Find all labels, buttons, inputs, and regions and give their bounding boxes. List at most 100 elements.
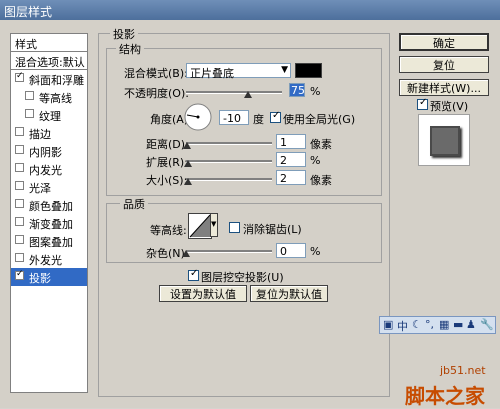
moon-icon[interactable]: ☾ xyxy=(412,318,422,331)
style-list-header[interactable]: 样式 xyxy=(11,34,87,52)
opacity-value: 75 xyxy=(291,84,305,97)
sidebar-item-outer-glow[interactable]: 外发光 xyxy=(11,250,87,268)
sidebar-item-label: 投影 xyxy=(29,272,51,285)
chevron-down-icon: ▼ xyxy=(281,65,288,75)
sidebar-checkbox-pattern-overlay[interactable] xyxy=(15,235,24,244)
preview-swatch xyxy=(430,126,460,156)
chevron-down-icon: ▼ xyxy=(211,220,217,228)
global-light-checkbox[interactable] xyxy=(270,110,281,123)
make-default-button[interactable]: 设置为默认值 xyxy=(159,285,247,302)
person-icon[interactable]: ♟ xyxy=(466,318,476,331)
angle-dial[interactable] xyxy=(183,102,213,132)
spread-slider-track[interactable] xyxy=(186,160,272,163)
contour-picker[interactable] xyxy=(188,213,212,239)
sidebar-item-color-overlay[interactable]: 颜色叠加 xyxy=(11,196,87,214)
spread-unit: % xyxy=(310,154,321,167)
blend-mode-value: 正片叠底 xyxy=(190,67,234,80)
distance-input[interactable]: 1 xyxy=(276,134,306,149)
size-input[interactable]: 2 xyxy=(276,170,306,185)
noise-value: 0 xyxy=(280,245,287,258)
sidebar-item-drop-shadow[interactable]: 投影 xyxy=(11,268,87,286)
structure-title: 结构 xyxy=(116,41,144,57)
antialias-checkbox[interactable] xyxy=(229,222,240,233)
watermark-brand: 脚本之家 xyxy=(405,384,485,408)
sidebar-checkbox-satin[interactable] xyxy=(15,181,24,190)
knockout-checkbox[interactable] xyxy=(188,268,199,281)
style-list: 样式 混合选项:默认 斜面和浮雕 等高线 纹理 描边 内阴影 内发光 光泽 颜色… xyxy=(10,33,88,393)
blend-mode-select[interactable]: 正片叠底 ▼ xyxy=(186,63,291,80)
noise-slider-track[interactable] xyxy=(186,250,272,253)
reset-button[interactable]: 复位 xyxy=(399,56,489,73)
size-value: 2 xyxy=(280,172,287,185)
menu-icon[interactable]: ▬ xyxy=(453,318,463,331)
sidebar-item-texture[interactable]: 纹理 xyxy=(11,106,87,124)
sidebar-checkbox-inner-shadow[interactable] xyxy=(15,145,24,154)
punctuation-icon[interactable]: °, xyxy=(425,318,434,331)
sidebar-item-satin[interactable]: 光泽 xyxy=(11,178,87,196)
distance-slider-thumb[interactable] xyxy=(183,142,191,149)
sidebar-item-label: 渐变叠加 xyxy=(29,218,73,231)
ime-mode-toggle[interactable]: 中 xyxy=(397,318,408,334)
opacity-input[interactable]: 75 xyxy=(289,83,305,97)
sidebar-checkbox-bevel-emboss[interactable] xyxy=(15,71,24,82)
global-light-label[interactable]: 使用全局光(G) xyxy=(283,111,355,127)
sidebar-item-bevel-emboss[interactable]: 斜面和浮雕 xyxy=(11,70,87,88)
sidebar-item-gradient-overlay[interactable]: 渐变叠加 xyxy=(11,214,87,232)
distance-value: 1 xyxy=(280,136,287,149)
quality-title: 品质 xyxy=(120,196,148,212)
sidebar-item-stroke[interactable]: 描边 xyxy=(11,124,87,142)
noise-unit: % xyxy=(310,245,321,258)
sidebar-item-label: 斜面和浮雕 xyxy=(29,74,84,87)
style-list-header-label: 样式 xyxy=(15,38,37,51)
sidebar-item-blending-options[interactable]: 混合选项:默认 xyxy=(11,52,87,70)
watermark-site: jb51.net xyxy=(440,364,486,377)
noise-slider-thumb[interactable] xyxy=(182,250,190,257)
angle-value: -10 xyxy=(223,112,241,125)
soft-keyboard-icon[interactable]: ▦ xyxy=(439,318,449,331)
size-label: 大小(S): xyxy=(146,174,188,187)
opacity-slider-track[interactable] xyxy=(186,91,282,94)
sidebar-checkbox-stroke[interactable] xyxy=(15,127,24,136)
sidebar-checkbox-gradient-overlay[interactable] xyxy=(15,217,24,226)
spread-slider-thumb[interactable] xyxy=(184,160,192,167)
sidebar-item-pattern-overlay[interactable]: 图案叠加 xyxy=(11,232,87,250)
size-slider-track[interactable] xyxy=(186,178,272,181)
size-unit: 像素 xyxy=(310,174,332,187)
antialias-label[interactable]: 消除锯齿(L) xyxy=(243,221,302,237)
sidebar-checkbox-drop-shadow[interactable] xyxy=(15,269,24,280)
spread-label: 扩展(R): xyxy=(146,156,188,169)
wrench-icon[interactable]: 🔧 xyxy=(480,318,494,331)
sidebar-checkbox-outer-glow[interactable] xyxy=(15,253,24,262)
contour-dropdown-button[interactable]: ▼ xyxy=(210,213,218,237)
contour-label: 等高线: xyxy=(150,224,187,237)
sidebar-checkbox-inner-glow[interactable] xyxy=(15,163,24,172)
preview-checkbox[interactable] xyxy=(417,97,428,110)
sidebar-checkbox-contour[interactable] xyxy=(25,91,34,100)
knockout-label[interactable]: 图层挖空投影(U) xyxy=(201,269,284,285)
ime-toolbar[interactable]: ▣ 中 ☾ °, ▦ ▬ ♟ 🔧 xyxy=(379,316,496,334)
sidebar-checkbox-texture[interactable] xyxy=(25,109,34,118)
angle-unit: 度 xyxy=(253,113,264,126)
angle-input[interactable]: -10 xyxy=(219,110,249,125)
spread-input[interactable]: 2 xyxy=(276,152,306,167)
noise-input[interactable]: 0 xyxy=(276,243,306,258)
size-slider-thumb[interactable] xyxy=(184,178,192,185)
reset-default-button[interactable]: 复位为默认值 xyxy=(250,285,328,302)
sidebar-item-contour[interactable]: 等高线 xyxy=(11,88,87,106)
sidebar-item-label: 等高线 xyxy=(39,92,72,105)
new-style-button[interactable]: 新建样式(W)... xyxy=(399,79,489,96)
distance-unit: 像素 xyxy=(310,138,332,151)
shadow-color-swatch[interactable] xyxy=(295,63,322,78)
sidebar-checkbox-color-overlay[interactable] xyxy=(15,199,24,208)
spread-value: 2 xyxy=(280,154,287,167)
ok-button[interactable]: 确定 xyxy=(399,33,489,51)
sidebar-item-inner-glow[interactable]: 内发光 xyxy=(11,160,87,178)
distance-slider-track[interactable] xyxy=(186,142,272,145)
opacity-slider-thumb[interactable] xyxy=(244,91,252,98)
preview-label[interactable]: 预览(V) xyxy=(430,98,468,114)
sidebar-item-inner-shadow[interactable]: 内阴影 xyxy=(11,142,87,160)
sidebar-item-label: 图案叠加 xyxy=(29,236,73,249)
style-preview xyxy=(418,114,470,166)
sidebar-item-label: 内阴影 xyxy=(29,146,62,159)
window-title: 图层样式 xyxy=(4,5,53,19)
